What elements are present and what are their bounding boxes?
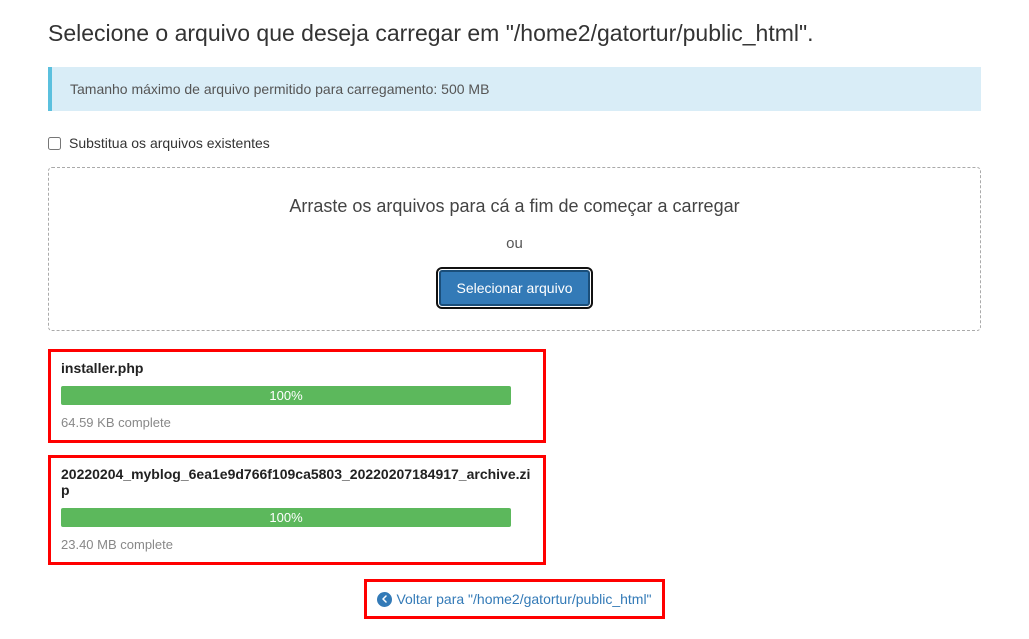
upload-status: 23.40 MB complete (61, 537, 533, 552)
back-highlight-box: Voltar para "/home2/gatortur/public_html… (364, 579, 664, 619)
overwrite-label: Substitua os arquivos existentes (69, 135, 270, 151)
back-link-text: Voltar para "/home2/gatortur/public_html… (396, 591, 651, 607)
back-link[interactable]: Voltar para "/home2/gatortur/public_html… (377, 591, 651, 607)
upload-status: 64.59 KB complete (61, 415, 533, 430)
overwrite-row: Substitua os arquivos existentes (48, 135, 981, 151)
max-size-info: Tamanho máximo de arquivo permitido para… (48, 67, 981, 111)
dropzone-drag-text: Arraste os arquivos para cá a fim de com… (69, 196, 960, 217)
arrow-left-circle-icon (377, 592, 392, 607)
upload-item: installer.php 100% 64.59 KB complete (48, 349, 546, 443)
back-row: Voltar para "/home2/gatortur/public_html… (48, 579, 981, 619)
dropzone[interactable]: Arraste os arquivos para cá a fim de com… (48, 167, 981, 331)
progress-bar: 100% (61, 386, 511, 405)
select-file-button[interactable]: Selecionar arquivo (439, 270, 591, 306)
overwrite-checkbox[interactable] (48, 137, 61, 150)
upload-item: 20220204_myblog_6ea1e9d766f109ca5803_202… (48, 455, 546, 565)
page-title: Selecione o arquivo que deseja carregar … (48, 20, 981, 47)
upload-filename: installer.php (61, 360, 533, 376)
upload-filename: 20220204_myblog_6ea1e9d766f109ca5803_202… (61, 466, 533, 498)
progress-bar: 100% (61, 508, 511, 527)
dropzone-or-text: ou (69, 235, 960, 252)
